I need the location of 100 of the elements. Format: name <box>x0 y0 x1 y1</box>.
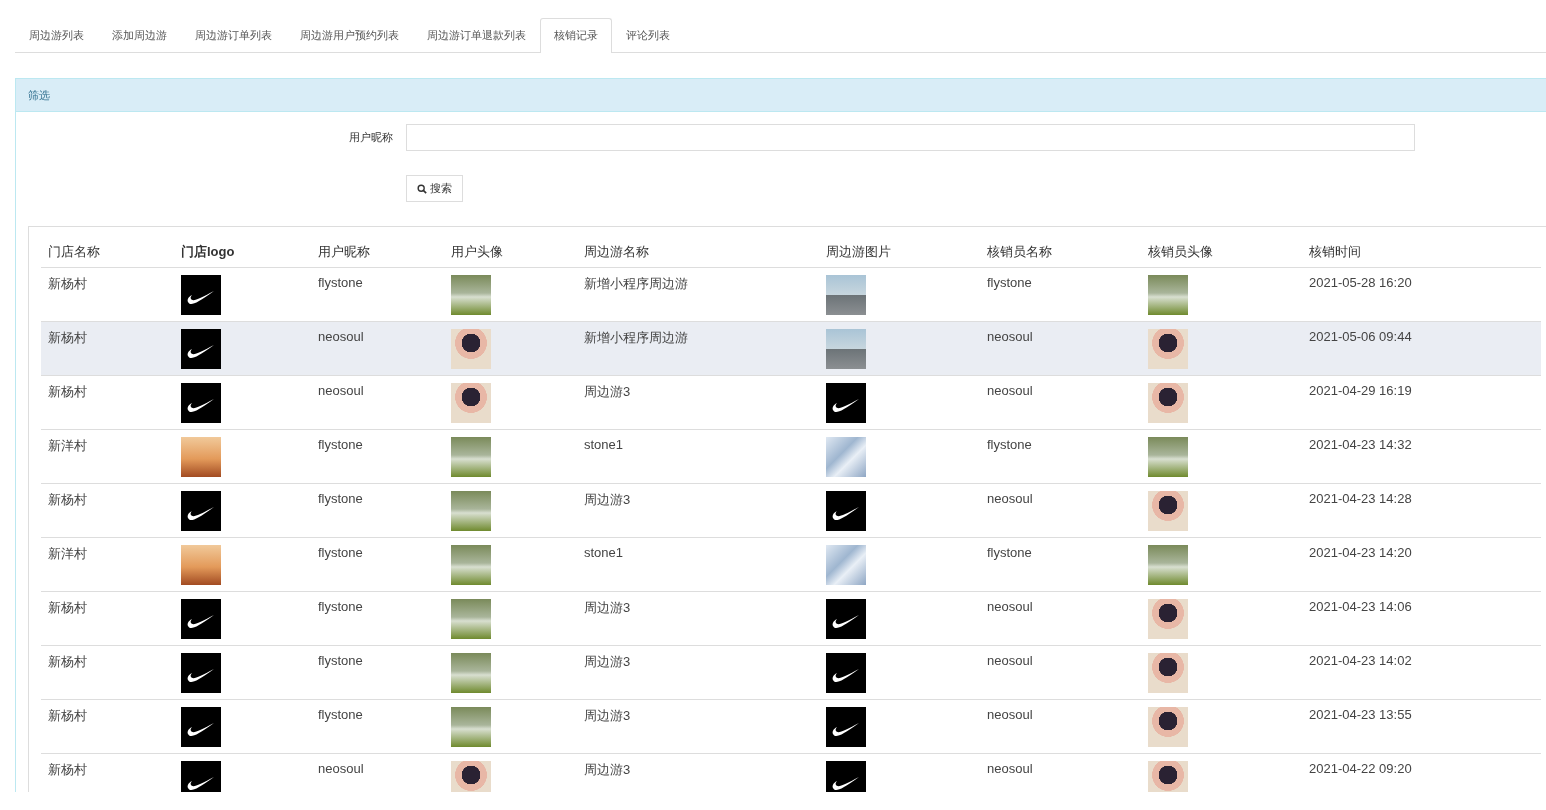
store-name: 新杨村 <box>48 384 87 399</box>
photo-placeholder <box>1148 545 1188 585</box>
avatar-placeholder <box>1148 599 1188 639</box>
verify-time: 2021-04-23 14:28 <box>1309 491 1412 506</box>
tab[interactable]: 周边游订单列表 <box>181 18 286 52</box>
photo-placeholder <box>451 491 491 531</box>
column-header: 核销员头像 <box>1148 244 1213 259</box>
store-name: 新杨村 <box>48 654 87 669</box>
photo-placeholder <box>826 329 866 369</box>
column-header: 门店logo <box>181 244 235 259</box>
verify-time: 2021-05-28 16:20 <box>1309 275 1412 290</box>
photo-placeholder <box>826 545 866 585</box>
swoosh-logo-icon <box>181 761 221 792</box>
column-header: 核销时间 <box>1309 244 1361 259</box>
user-nickname: flystone <box>318 653 363 668</box>
search-button[interactable]: 搜索 <box>406 175 463 202</box>
table-row[interactable]: 新洋村 flystone stone1 flystone 2021-04-23 14:20 <box>41 537 1541 592</box>
photo-placeholder <box>451 707 491 747</box>
field-label: 用户昵称 <box>348 130 394 145</box>
photo-placeholder <box>451 545 491 585</box>
user-nickname: neosoul <box>318 761 364 776</box>
swoosh-logo-icon <box>181 329 221 369</box>
swoosh-logo-icon <box>181 383 221 423</box>
panel-title: 筛选 <box>28 87 50 103</box>
verify-time: 2021-04-23 14:32 <box>1309 437 1412 452</box>
photo-placeholder <box>181 437 221 477</box>
avatar-placeholder <box>1148 329 1188 369</box>
photo-placeholder <box>451 275 491 315</box>
staff-name: neosoul <box>987 707 1033 722</box>
store-name: 新杨村 <box>48 600 87 615</box>
column-header: 周边游名称 <box>584 244 649 259</box>
swoosh-logo-icon <box>181 707 221 747</box>
photo-placeholder <box>1148 437 1188 477</box>
user-nickname: flystone <box>318 491 363 506</box>
store-name: 新杨村 <box>48 276 87 291</box>
user-nickname: flystone <box>318 707 363 722</box>
staff-name: flystone <box>987 545 1032 560</box>
table-row[interactable]: 新杨村 neosoul 周边游3 neosoul 2021-04-22 09:20 <box>41 753 1541 792</box>
swoosh-logo-icon <box>181 653 221 693</box>
staff-name: neosoul <box>987 383 1033 398</box>
tab[interactable]: 核销记录 <box>540 18 612 53</box>
table-row[interactable]: 新杨村 flystone 新增小程序周边游 flystone 2021-05-28 16:20 <box>41 267 1541 322</box>
tour-name: 周边游3 <box>584 708 631 723</box>
column-header: 用户头像 <box>451 244 503 259</box>
swoosh-logo-icon <box>826 707 866 747</box>
table-row[interactable]: 新洋村 flystone stone1 flystone 2021-04-23 14:32 <box>41 429 1541 484</box>
store-name: 新洋村 <box>48 546 87 561</box>
tour-name: 新增小程序周边游 <box>584 276 688 291</box>
verify-time: 2021-04-23 14:06 <box>1309 599 1412 614</box>
tab[interactable]: 添加周边游 <box>98 18 181 52</box>
photo-placeholder <box>1148 275 1188 315</box>
store-name: 新洋村 <box>48 438 87 453</box>
avatar-placeholder <box>451 383 491 423</box>
avatar-placeholder <box>1148 653 1188 693</box>
tab[interactable]: 周边游订单退款列表 <box>413 18 540 52</box>
user-nickname: neosoul <box>318 329 364 344</box>
swoosh-logo-icon <box>181 491 221 531</box>
photo-placeholder <box>826 437 866 477</box>
table-row[interactable]: 新杨村 flystone 周边游3 neosoul 2021-04-23 14:02 <box>41 645 1541 700</box>
staff-name: neosoul <box>987 653 1033 668</box>
user-nickname: flystone <box>318 545 363 560</box>
table-row[interactable]: 新杨村 flystone 周边游3 neosoul 2021-04-23 14:28 <box>41 483 1541 538</box>
column-header: 核销员名称 <box>987 244 1052 259</box>
column-header: 周边游图片 <box>826 244 891 259</box>
swoosh-logo-icon <box>826 599 866 639</box>
tab[interactable]: 周边游列表 <box>15 18 98 52</box>
staff-name: neosoul <box>987 599 1033 614</box>
staff-name: flystone <box>987 437 1032 452</box>
table-row[interactable]: 新杨村 flystone 周边游3 neosoul 2021-04-23 13:55 <box>41 699 1541 754</box>
column-header: 门店名称 <box>48 244 100 259</box>
user-nickname: flystone <box>318 275 363 290</box>
column-header: 用户昵称 <box>318 244 370 259</box>
table-row[interactable]: 新杨村 neosoul 周边游3 neosoul 2021-04-29 16:19 <box>41 375 1541 430</box>
table-row[interactable]: 新杨村 flystone 周边游3 neosoul 2021-04-23 14:06 <box>41 591 1541 646</box>
tour-name: 新增小程序周边游 <box>584 330 688 345</box>
tab[interactable]: 评论列表 <box>612 18 684 52</box>
avatar-placeholder <box>1148 383 1188 423</box>
input-field[interactable] <box>406 124 1415 151</box>
avatar-placeholder <box>451 329 491 369</box>
photo-placeholder <box>451 653 491 693</box>
verify-time: 2021-04-23 14:20 <box>1309 545 1412 560</box>
photo-placeholder <box>451 599 491 639</box>
tour-name: 周边游3 <box>584 492 631 507</box>
store-name: 新杨村 <box>48 492 87 507</box>
tab[interactable]: 周边游用户预约列表 <box>286 18 413 52</box>
tour-name: stone1 <box>584 437 624 452</box>
tour-name: 周边游3 <box>584 384 631 399</box>
user-nickname: flystone <box>318 437 363 452</box>
photo-placeholder <box>181 545 221 585</box>
swoosh-logo-icon <box>181 275 221 315</box>
photo-placeholder <box>826 275 866 315</box>
verify-time: 2021-04-23 13:55 <box>1309 707 1412 722</box>
search-icon <box>417 183 427 194</box>
store-name: 新杨村 <box>48 708 87 723</box>
staff-name: neosoul <box>987 491 1033 506</box>
table-row[interactable]: 新杨村 neosoul 新增小程序周边游 neosoul 2021-05-06 09:44 <box>41 321 1541 376</box>
user-nickname: neosoul <box>318 383 364 398</box>
staff-name: flystone <box>987 275 1032 290</box>
verify-time: 2021-05-06 09:44 <box>1309 329 1412 344</box>
swoosh-logo-icon <box>826 491 866 531</box>
